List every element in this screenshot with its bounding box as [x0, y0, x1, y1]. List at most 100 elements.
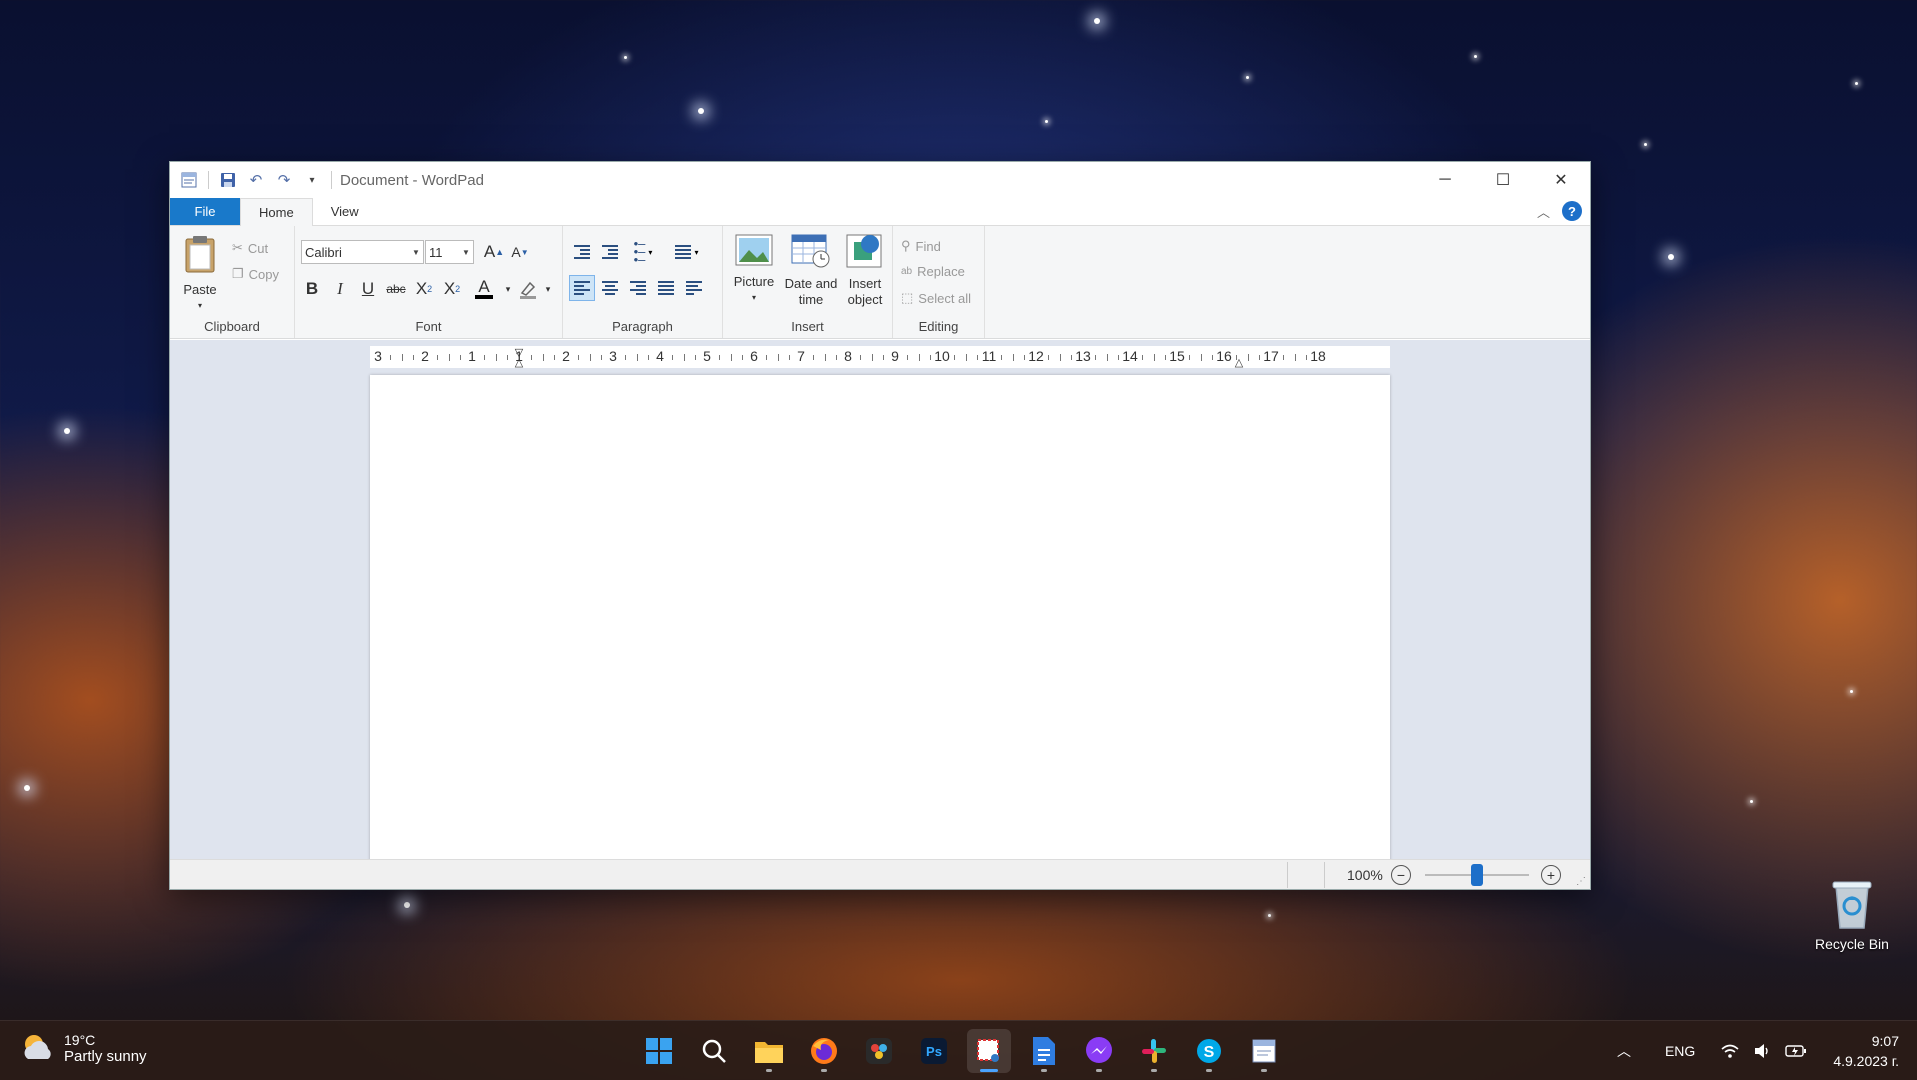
ruler-tick	[507, 355, 508, 360]
ruler-label: 13	[1075, 348, 1091, 364]
underline-button[interactable]: U	[355, 276, 381, 302]
clipboard-group: Paste ▾ ✂ Cut ❐ Copy Clipboard	[170, 226, 295, 338]
ruler-tick	[742, 355, 743, 360]
collapse-ribbon-icon[interactable]: ︿	[1537, 202, 1550, 221]
minimize-button[interactable]: ─	[1416, 162, 1474, 198]
align-left-button[interactable]	[569, 275, 595, 301]
line-spacing-button[interactable]: ▾	[669, 239, 705, 265]
align-right-button[interactable]	[625, 275, 651, 301]
save-icon[interactable]	[217, 169, 239, 191]
resize-grip-icon[interactable]: ⋰	[1576, 876, 1586, 887]
font-family-select[interactable]: Calibri ▼	[301, 240, 424, 264]
bold-button[interactable]: B	[299, 276, 325, 302]
ruler-tick	[954, 355, 955, 360]
show-hidden-icons-button[interactable]: ︿	[1617, 1041, 1631, 1061]
divider	[208, 171, 209, 189]
recycle-bin-desktop-icon[interactable]: Recycle Bin	[1800, 878, 1904, 952]
shrink-font-button[interactable]: A ▼	[507, 239, 533, 265]
superscript-button[interactable]: X2	[439, 276, 465, 302]
taskbar-firefox[interactable]	[802, 1029, 846, 1073]
clipboard-group-label: Clipboard	[204, 319, 260, 334]
font-family-value: Calibri	[305, 244, 342, 260]
select-all-button[interactable]: ⬚ Select all	[901, 290, 971, 306]
wifi-icon[interactable]	[1721, 1043, 1739, 1059]
taskbar-file-explorer[interactable]	[747, 1029, 791, 1073]
ruler-tick	[601, 355, 602, 360]
tab-view[interactable]: View	[313, 198, 377, 225]
taskbar-snipping-tool[interactable]	[967, 1029, 1011, 1073]
taskbar-skype[interactable]: S	[1187, 1029, 1231, 1073]
highlight-dropdown-icon[interactable]: ▾	[535, 276, 561, 302]
help-icon[interactable]: ?	[1562, 201, 1582, 221]
ruler-label: 15	[1169, 348, 1185, 364]
maximize-button[interactable]: ☐	[1474, 162, 1532, 198]
find-button[interactable]: ⚲ Find	[901, 238, 941, 254]
customize-quick-access-icon[interactable]: ▾	[301, 169, 323, 191]
search-button[interactable]	[692, 1029, 736, 1073]
italic-button[interactable]: I	[327, 276, 353, 302]
increase-indent-button[interactable]	[597, 239, 623, 265]
bullets-button[interactable]: •– •– •– ▾	[625, 237, 661, 266]
ruler-tick	[719, 355, 720, 360]
status-bar: 100% − + ⋰	[170, 859, 1590, 889]
horizontal-ruler[interactable]: ▽ △ △ 3 2 1 1 2 3 4 5 6 7 8 9 10 11 12 13 14 15 16 17 18	[370, 346, 1390, 369]
ruler-tick	[1212, 355, 1213, 360]
zoom-slider[interactable]	[1425, 864, 1529, 886]
zoom-in-button[interactable]: +	[1541, 865, 1561, 885]
wordpad-app-icon[interactable]	[178, 169, 200, 191]
editing-group: ⚲ Find ab Replace ⬚ Select all Editing	[893, 226, 985, 338]
volume-icon[interactable]	[1753, 1043, 1771, 1059]
zoom-out-button[interactable]: −	[1391, 865, 1411, 885]
document-page[interactable]	[370, 375, 1390, 859]
zoom-slider-thumb[interactable]	[1471, 864, 1483, 886]
cut-button[interactable]: ✂ Cut	[232, 240, 268, 256]
date-and-time-button[interactable]: Date and time	[783, 234, 839, 308]
language-indicator[interactable]: ENG	[1665, 1043, 1695, 1059]
ruler-tick	[731, 354, 732, 361]
insert-object-button[interactable]: Insert object	[841, 234, 889, 308]
clock-date: 4.9.2023 г.	[1833, 1053, 1899, 1069]
picture-button[interactable]: Picture ▾	[729, 234, 779, 306]
paragraph-settings-button[interactable]	[681, 275, 707, 301]
close-button[interactable]: ✕	[1532, 162, 1590, 198]
undo-icon[interactable]: ↶	[245, 169, 267, 191]
battery-icon[interactable]	[1785, 1044, 1807, 1058]
taskbar-davinci-resolve[interactable]	[857, 1029, 901, 1073]
clock[interactable]: 9:07 4.9.2023 г.	[1833, 1031, 1899, 1071]
start-button[interactable]	[637, 1029, 681, 1073]
taskbar-wordpad[interactable]	[1242, 1029, 1286, 1073]
recycle-bin-icon	[1830, 878, 1874, 930]
taskbar-apps: Ps S	[637, 1029, 1286, 1073]
ruler-tick	[1259, 355, 1260, 360]
font-color-button[interactable]: A	[471, 276, 497, 302]
taskbar-slack[interactable]	[1132, 1029, 1176, 1073]
tab-file[interactable]: File	[170, 198, 240, 225]
font-size-select[interactable]: 11 ▼	[425, 240, 474, 264]
subscript-button[interactable]: X2	[411, 276, 437, 302]
paste-dropdown-icon[interactable]: ▾	[180, 298, 220, 314]
grow-font-button[interactable]: A ▲	[481, 239, 507, 265]
ribbon-home: Paste ▾ ✂ Cut ❐ Copy Clipboard Calibri ▼…	[170, 226, 1590, 339]
strikethrough-button[interactable]: abc	[383, 276, 409, 302]
taskbar-google-docs[interactable]	[1022, 1029, 1066, 1073]
align-center-button[interactable]	[597, 275, 623, 301]
ruler-label: 8	[844, 348, 852, 364]
decrease-indent-button[interactable]	[569, 239, 595, 265]
ruler-tick	[695, 355, 696, 360]
insert-group: Picture ▾ Date and time Insert object In…	[723, 226, 893, 338]
justify-button[interactable]	[653, 275, 679, 301]
star	[1668, 254, 1674, 260]
taskbar-photoshop[interactable]: Ps	[912, 1029, 956, 1073]
cut-icon: ✂	[232, 240, 243, 255]
paste-button[interactable]: Paste ▾	[180, 234, 220, 314]
copy-button[interactable]: ❐ Copy	[232, 266, 279, 282]
tab-home[interactable]: Home	[240, 198, 313, 226]
replace-button[interactable]: ab Replace	[901, 264, 965, 279]
ruler-tick	[1295, 354, 1296, 361]
star	[1474, 55, 1477, 58]
ruler-tick	[672, 355, 673, 360]
copy-icon: ❐	[232, 266, 244, 281]
redo-icon[interactable]: ↷	[273, 169, 295, 191]
taskbar-messenger[interactable]	[1077, 1029, 1121, 1073]
weather-widget[interactable]: 19°C Partly sunny	[20, 1031, 147, 1065]
